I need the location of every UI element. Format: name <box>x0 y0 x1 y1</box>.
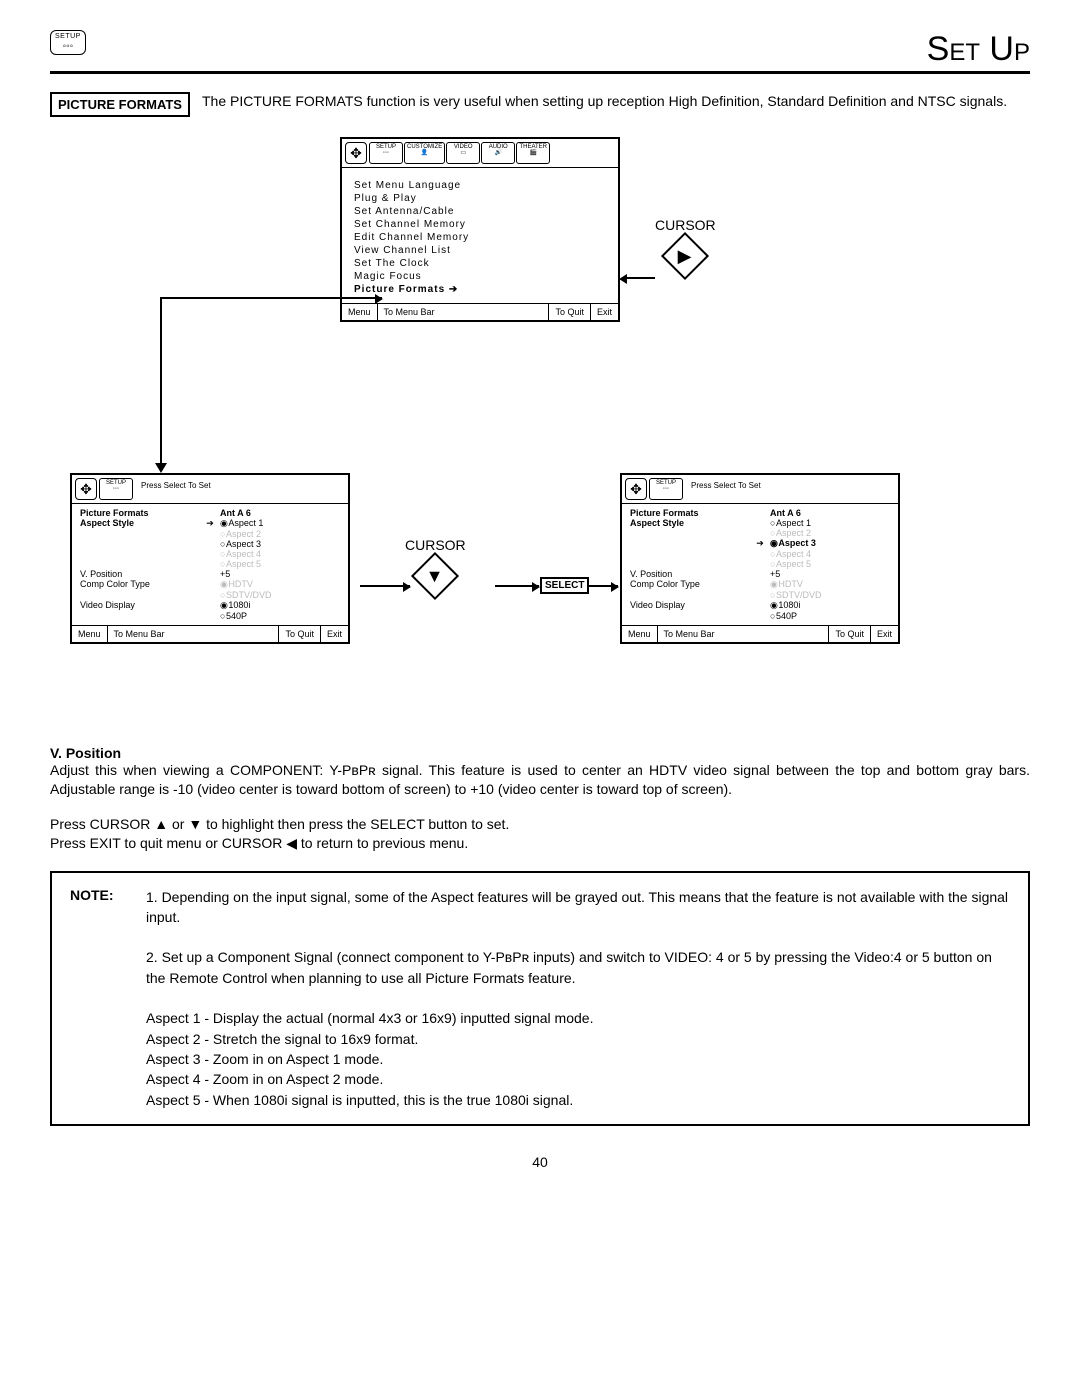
menu-item: Set Menu Language <box>354 180 606 191</box>
vd-1080i: 1080i <box>770 600 890 611</box>
pf-source: Ant A 6 <box>220 508 340 518</box>
tab-audio: AUDIO🔊 <box>481 142 515 164</box>
foot-quit: To Quit <box>278 626 320 642</box>
cursor-instruction-2: Press EXIT to quit menu or CURSOR ◀ to r… <box>50 834 1030 853</box>
aspect-4: Aspect 4 <box>770 549 890 559</box>
note-2: 2. Set up a Component Signal (connect co… <box>146 947 1010 988</box>
press-select: Press Select To Set <box>685 478 895 500</box>
tab-customize: CUSTOMIZE👤 <box>404 142 445 164</box>
menu-item-selected: Picture Formats ➔ <box>354 284 606 295</box>
menu-item: View Channel List <box>354 245 606 256</box>
menu-item: Magic Focus <box>354 271 606 282</box>
tab-setup: SETUP◦◦◦ <box>369 142 403 164</box>
aspect-style-label: Aspect Style <box>630 518 750 528</box>
select-button: SELECT <box>540 577 589 594</box>
foot-bar: To Menu Bar <box>107 626 171 642</box>
vpos-value: +5 <box>770 569 890 579</box>
joystick-icon: ✥ <box>75 478 97 500</box>
note-box: NOTE: 1. Depending on the input signal, … <box>50 871 1030 1126</box>
aspect-5: Aspect 5 <box>220 559 340 569</box>
tab-video: VIDEO▭ <box>446 142 480 164</box>
cct-label: Comp Color Type <box>80 579 200 590</box>
note-1: 1. Depending on the input signal, some o… <box>146 887 1010 928</box>
aspect-desc-1: Aspect 1 - Display the actual (normal 4x… <box>146 1008 1010 1028</box>
vd-label: Video Display <box>630 600 750 611</box>
aspect-3: Aspect 3 <box>220 539 340 549</box>
tab-setup-mini: SETUP◦◦◦ <box>99 478 133 500</box>
joystick-icon: ✥ <box>345 142 367 164</box>
tab-setup-mini: SETUP◦◦◦ <box>649 478 683 500</box>
cct-hdtv: HDTV <box>220 579 340 590</box>
cct-sdtv: SDTV/DVD <box>220 590 340 600</box>
note-label: NOTE: <box>70 887 130 1110</box>
right-arrow-icon: ▶ <box>661 232 709 280</box>
cct-label: Comp Color Type <box>630 579 750 590</box>
foot-quit: To Quit <box>548 304 590 320</box>
cct-sdtv: SDTV/DVD <box>770 590 890 600</box>
aspect-style-label: Aspect Style <box>80 518 200 529</box>
osd-main-body: Set Menu Language Plug & Play Set Antenn… <box>342 168 618 303</box>
osd-picture-formats-a3: ✥ SETUP◦◦◦ Press Select To Set Picture F… <box>620 473 900 644</box>
tab-theater: THEATER🎬 <box>516 142 550 164</box>
aspect-4: Aspect 4 <box>220 549 340 559</box>
foot-bar: To Menu Bar <box>657 626 721 642</box>
foot-exit: Exit <box>590 304 618 320</box>
flow-diagram: ✥ SETUP◦◦◦ CUSTOMIZE👤 VIDEO▭ AUDIO🔊 THEA… <box>50 137 1030 727</box>
aspect-desc-5: Aspect 5 - When 1080i signal is inputted… <box>146 1090 1010 1110</box>
vd-540p: 540P <box>220 611 340 621</box>
divider <box>50 71 1030 74</box>
aspect-1: Aspect 1 <box>220 518 340 529</box>
aspect-5: Aspect 5 <box>770 559 890 569</box>
menu-item: Set The Clock <box>354 258 606 269</box>
aspect-desc-2: Aspect 2 - Stretch the signal to 16x9 fo… <box>146 1029 1010 1049</box>
vd-1080i: 1080i <box>220 600 340 611</box>
cursor-instruction-1: Press CURSOR ▲ or ▼ to highlight then pr… <box>50 815 1030 834</box>
vposition-heading: V. Position <box>50 745 1030 761</box>
menu-item: Plug & Play <box>354 193 606 204</box>
joystick-icon: ✥ <box>625 478 647 500</box>
down-arrow-icon: ▼ <box>411 552 459 600</box>
vposition-text: Adjust this when viewing a COMPONENT: Y-… <box>50 761 1030 799</box>
cct-hdtv: HDTV <box>770 579 890 590</box>
foot-quit: To Quit <box>828 626 870 642</box>
foot-exit: Exit <box>320 626 348 642</box>
menu-item: Edit Channel Memory <box>354 232 606 243</box>
page-number: 40 <box>50 1154 1030 1170</box>
press-select: Press Select To Set <box>135 478 345 500</box>
menu-item: Set Antenna/Cable <box>354 206 606 217</box>
aspect-desc-3: Aspect 3 - Zoom in on Aspect 1 mode. <box>146 1049 1010 1069</box>
aspect-1: Aspect 1 <box>770 518 890 528</box>
cursor-down: CURSOR ▼ <box>405 537 466 599</box>
aspect-2: Aspect 2 <box>220 529 340 539</box>
cursor-right: CURSOR ▶ <box>655 217 716 279</box>
vpos-value: +5 <box>220 569 340 579</box>
vd-label: Video Display <box>80 600 200 611</box>
foot-menu: Menu <box>622 626 657 642</box>
aspect-3: Aspect 3 <box>770 538 890 549</box>
foot-menu: Menu <box>72 626 107 642</box>
cursor-right-label: CURSOR <box>655 217 716 233</box>
vpos-label: V. Position <box>630 569 750 579</box>
page-title: Set Up <box>927 30 1030 69</box>
picture-formats-label: PICTURE FORMATS <box>50 92 190 117</box>
setup-icon: SETUP ◦◦◦ <box>50 30 86 55</box>
osd-picture-formats-a1: ✥ SETUP◦◦◦ Press Select To Set Picture F… <box>70 473 350 644</box>
pf-title: Picture Formats <box>630 508 750 518</box>
aspect-2: Aspect 2 <box>770 528 890 538</box>
foot-menu: Menu <box>342 304 377 320</box>
menu-item: Set Channel Memory <box>354 219 606 230</box>
foot-exit: Exit <box>870 626 898 642</box>
pf-title: Picture Formats <box>80 508 200 518</box>
vpos-label: V. Position <box>80 569 200 579</box>
aspect-desc-4: Aspect 4 - Zoom in on Aspect 2 mode. <box>146 1069 1010 1089</box>
vd-540p: 540P <box>770 611 890 621</box>
foot-bar: To Menu Bar <box>377 304 441 320</box>
intro-text: The PICTURE FORMATS function is very use… <box>202 92 1030 111</box>
cursor-down-label: CURSOR <box>405 537 466 553</box>
pf-source: Ant A 6 <box>770 508 890 518</box>
tab-group: SETUP◦◦◦ CUSTOMIZE👤 VIDEO▭ AUDIO🔊 THEATE… <box>369 142 550 164</box>
